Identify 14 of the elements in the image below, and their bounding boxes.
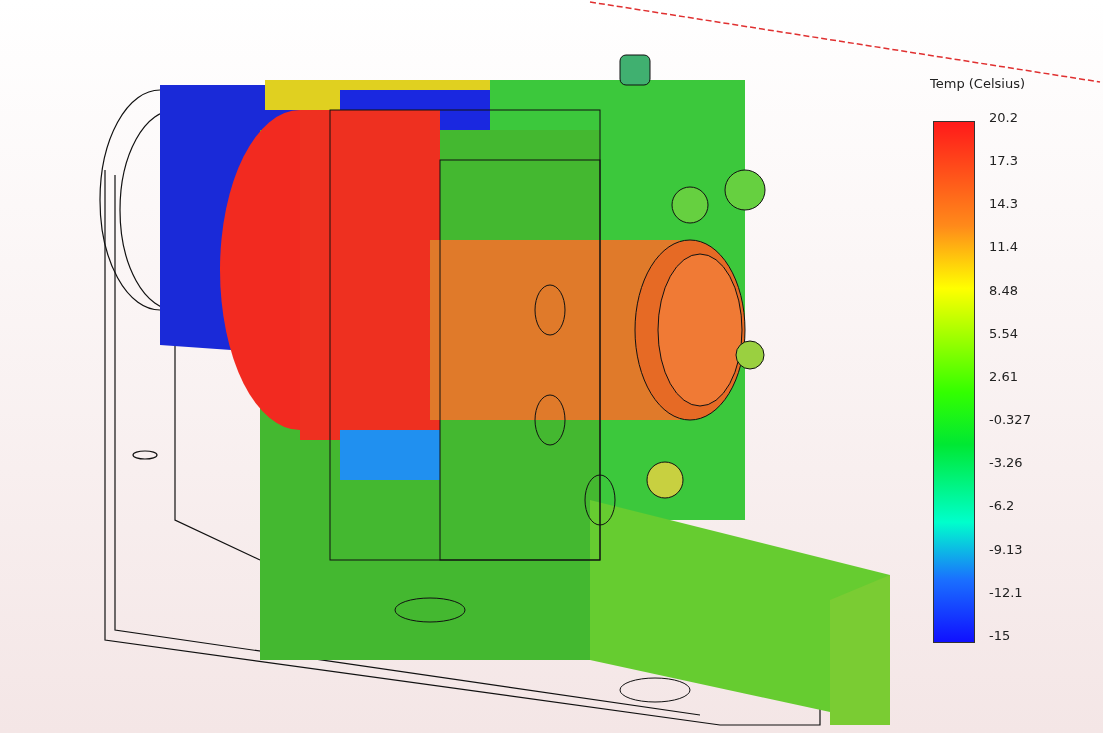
scale-label: 20.2 <box>989 111 1019 125</box>
scale-label: -15 <box>989 628 1012 643</box>
scale-label: 5.54 <box>989 326 1019 341</box>
scale-label: -6.2 <box>989 499 1016 514</box>
legend-title: Temp (Celsius) <box>930 76 1026 91</box>
scale-label: 14.3 <box>989 197 1019 212</box>
scale-label: 8.48 <box>989 283 1019 298</box>
scale-label: -12.1 <box>989 585 1024 600</box>
scale-label: -0.327 <box>989 413 1031 428</box>
scale-label: -9.13 <box>989 542 1024 557</box>
scale-label: 11.4 <box>989 240 1019 255</box>
scale-label: 2.61 <box>989 369 1019 384</box>
scale-label: 17.3 <box>989 154 1019 169</box>
scale-label: -3.26 <box>989 456 1024 471</box>
